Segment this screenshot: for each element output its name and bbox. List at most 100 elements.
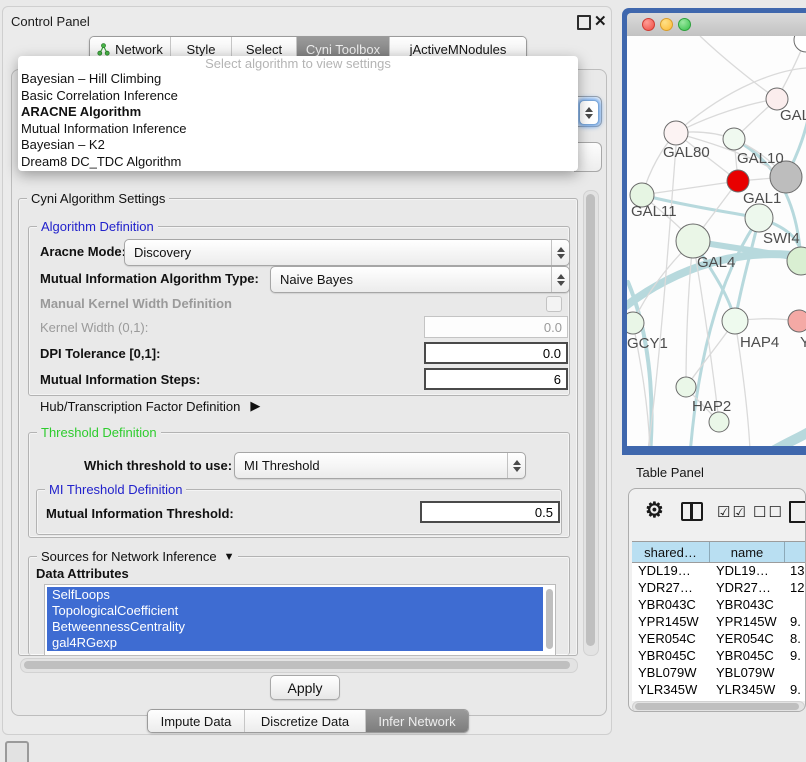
algorithm-option-selected[interactable]: ARACNE Algorithm bbox=[18, 104, 578, 121]
settings-horizontal-scrollbar-thumb[interactable] bbox=[24, 661, 570, 669]
manual-kernel-checkbox bbox=[546, 296, 562, 312]
cell: YBR045C bbox=[638, 648, 696, 663]
table-row[interactable]: YER054CYER054C8. bbox=[632, 631, 806, 648]
checked-box-icon: ☑ bbox=[717, 504, 732, 521]
network-node-gal80[interactable] bbox=[664, 121, 688, 145]
cell: YER054C bbox=[638, 631, 696, 646]
aracne-mode-label: Aracne Mode: bbox=[40, 244, 126, 259]
data-attributes-list[interactable]: SelfLoops TopologicalCoefficient Between… bbox=[44, 584, 556, 656]
zoom-window-icon[interactable] bbox=[678, 18, 691, 31]
network-node-gal4[interactable] bbox=[676, 224, 710, 258]
tab-discretize-data[interactable]: Discretize Data bbox=[244, 710, 365, 732]
which-threshold-value: MI Threshold bbox=[235, 458, 507, 473]
settings-horizontal-scrollbar[interactable] bbox=[20, 658, 578, 673]
tab-infer-network[interactable]: Infer Network bbox=[365, 710, 468, 732]
list-item[interactable]: SelfLoops bbox=[47, 587, 543, 603]
network-node-gal10[interactable] bbox=[723, 128, 745, 150]
table-row[interactable]: YBL079WYBL079W bbox=[632, 665, 806, 682]
node-label: GAL bbox=[780, 107, 806, 124]
aracne-mode-select[interactable]: Discovery bbox=[124, 239, 570, 266]
cell: 9. bbox=[790, 682, 801, 697]
node-label: HAP2 bbox=[692, 398, 731, 415]
close-window-icon[interactable] bbox=[642, 18, 655, 31]
network-node-hap2[interactable] bbox=[676, 377, 696, 397]
expand-hub-icon[interactable]: ▶ bbox=[250, 398, 260, 414]
cell: YDL19… bbox=[716, 563, 769, 578]
table-horizontal-scrollbar[interactable] bbox=[632, 701, 805, 712]
new-table-icon[interactable] bbox=[789, 501, 806, 523]
table-row[interactable]: YDL19…YDL19…13 bbox=[632, 563, 806, 580]
minimize-window-icon[interactable] bbox=[660, 18, 673, 31]
cell: YDR27… bbox=[716, 580, 771, 595]
select-all-icon[interactable]: ☑☑ bbox=[717, 503, 748, 521]
algorithm-option[interactable]: Dream8 DC_TDC Algorithm bbox=[18, 154, 578, 171]
algorithm-option[interactable]: Bayesian – K2 bbox=[18, 137, 578, 154]
settings-vertical-scrollbar[interactable] bbox=[583, 190, 599, 656]
table-row[interactable]: YDR27…YDR27…12 bbox=[632, 580, 806, 597]
network-node[interactable] bbox=[709, 412, 729, 432]
algorithm-option[interactable]: Bayesian – Hill Climbing bbox=[18, 71, 578, 88]
table-row[interactable]: YBR045CYBR045C9. bbox=[632, 648, 806, 665]
tab-impute-data[interactable]: Impute Data bbox=[148, 710, 244, 732]
cell: YBL079W bbox=[716, 665, 775, 680]
tab-discretize-data-label: Discretize Data bbox=[261, 714, 349, 729]
network-node[interactable] bbox=[794, 36, 806, 52]
gear-icon[interactable]: ⚙ bbox=[645, 498, 664, 523]
algorithm-option[interactable]: Basic Correlation Inference bbox=[18, 88, 578, 105]
column-header-clipped[interactable] bbox=[785, 542, 806, 562]
table-row[interactable]: YBR043CYBR043C bbox=[632, 597, 806, 614]
dpi-tolerance-input[interactable] bbox=[424, 342, 568, 364]
minimized-panel-button[interactable] bbox=[5, 741, 29, 762]
mi-steps-input[interactable] bbox=[424, 368, 568, 390]
list-scrollbar[interactable] bbox=[546, 589, 553, 649]
manual-kernel-label: Manual Kernel Width Definition bbox=[40, 296, 232, 311]
cell: 8. bbox=[790, 631, 801, 646]
which-threshold-select[interactable]: MI Threshold bbox=[234, 452, 526, 479]
network-node[interactable] bbox=[788, 310, 806, 332]
close-panel-icon[interactable]: ✕ bbox=[594, 14, 607, 29]
settings-vertical-scrollbar-thumb[interactable] bbox=[586, 194, 595, 646]
table-header-row: shared… name bbox=[632, 541, 806, 563]
threshold-definition-title: Threshold Definition bbox=[37, 425, 161, 440]
mi-type-label: Mutual Information Algorithm Type: bbox=[40, 271, 259, 286]
network-node-gal1[interactable] bbox=[727, 170, 749, 192]
table-row[interactable]: YPR145WYPR145W9. bbox=[632, 614, 806, 631]
table-row[interactable]: YLR345WYLR345W9. bbox=[632, 682, 806, 699]
apply-button[interactable]: Apply bbox=[270, 675, 340, 700]
mi-type-select[interactable]: Naive Bayes bbox=[270, 266, 570, 293]
collapse-sources-icon[interactable]: ▼ bbox=[224, 551, 235, 563]
network-window-titlebar[interactable] bbox=[627, 13, 806, 37]
column-header-name[interactable]: name bbox=[710, 542, 785, 562]
list-item[interactable]: gal4RGexp bbox=[47, 635, 543, 651]
table-body[interactable]: YDL19…YDL19…13 YDR27…YDR27…12 YBR043CYBR… bbox=[632, 563, 806, 701]
network-select-fragment[interactable] bbox=[574, 142, 602, 172]
float-window-icon[interactable] bbox=[577, 15, 591, 30]
column-header-shared-name[interactable]: shared… bbox=[632, 542, 710, 562]
show-columns-icon[interactable] bbox=[681, 502, 703, 521]
table-panel: ⚙ ☑☑ ☐☐ shared… name YDL19…YDL19…13 YDR2… bbox=[628, 488, 806, 712]
cell: YLR345W bbox=[638, 682, 697, 697]
network-node-hap4[interactable] bbox=[722, 308, 748, 334]
network-edge bbox=[676, 99, 777, 133]
algorithm-dropdown-popup: Select algorithm to view settings Bayesi… bbox=[18, 56, 578, 171]
node-label: GAL11 bbox=[631, 203, 677, 220]
algorithm-option[interactable]: Mutual Information Inference bbox=[18, 121, 578, 138]
list-item[interactable]: TopologicalCoefficient bbox=[47, 603, 543, 619]
network-canvas[interactable]: GAL GAL80 GAL10 GAL1 GAL11 SWI4 GAL4 GCY… bbox=[627, 36, 806, 446]
table-horizontal-scrollbar-thumb[interactable] bbox=[635, 703, 799, 710]
tab-select-label: Select bbox=[246, 42, 282, 57]
combo-arrows-icon bbox=[551, 267, 569, 292]
mi-type-value: Naive Bayes bbox=[271, 272, 551, 287]
deselect-all-icon[interactable]: ☐☐ bbox=[753, 503, 784, 521]
network-node-swi4[interactable] bbox=[745, 204, 773, 232]
hub-definition-row[interactable]: Hub/Transcription Factor Definition ▶ bbox=[40, 398, 260, 414]
mi-threshold-input[interactable] bbox=[420, 501, 560, 523]
network-node-gcy1[interactable] bbox=[627, 312, 644, 334]
inference-algorithm-select-fragment[interactable] bbox=[574, 96, 602, 127]
tab-cyni-toolbox-label: Cyni Toolbox bbox=[306, 42, 380, 57]
unchecked-box-icon: ☐ bbox=[753, 504, 768, 521]
apply-button-label: Apply bbox=[287, 680, 322, 696]
mi-threshold-label: Mutual Information Threshold: bbox=[46, 506, 234, 521]
list-item[interactable]: BetweennessCentrality bbox=[47, 619, 543, 635]
cell: 12 bbox=[790, 580, 804, 595]
